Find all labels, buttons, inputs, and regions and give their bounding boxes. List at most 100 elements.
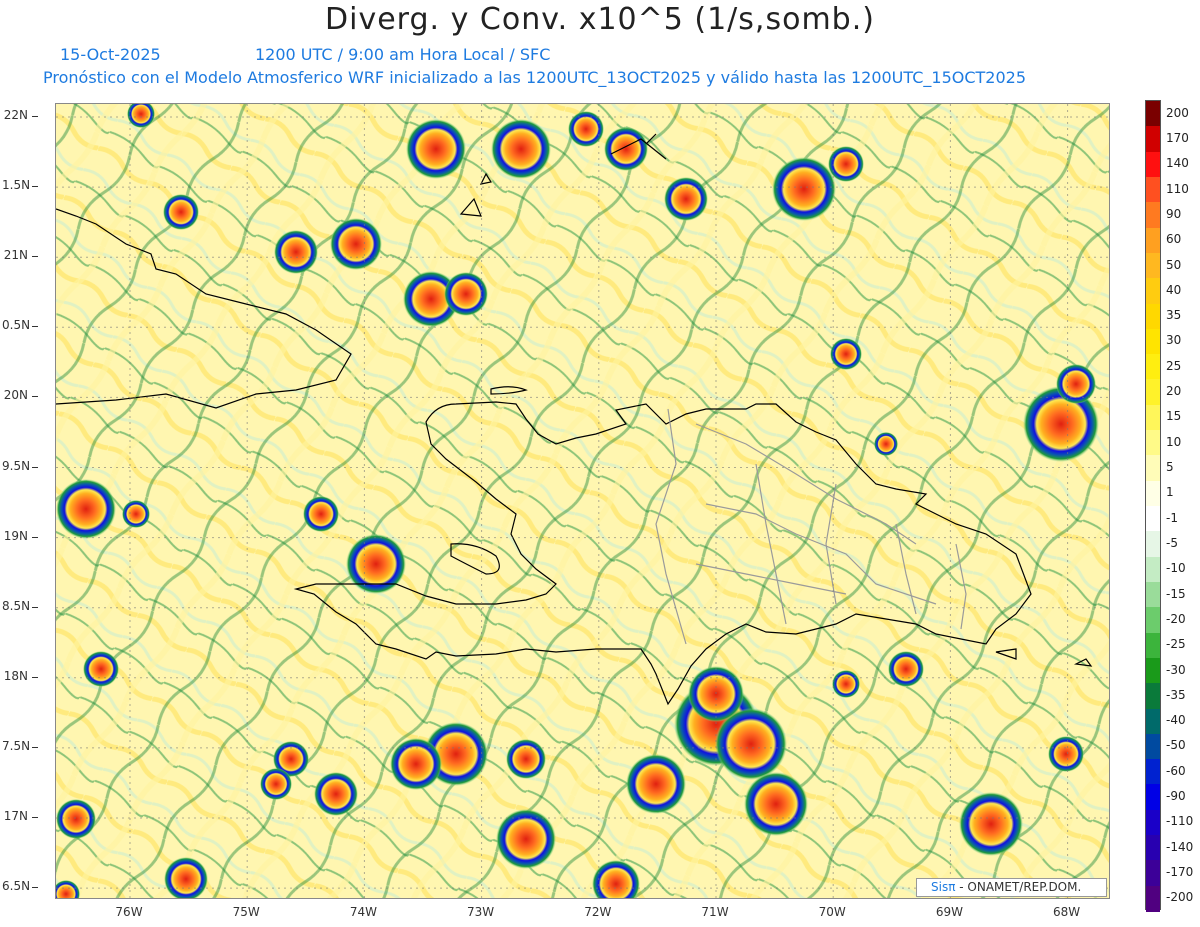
colorbar-swatch — [1146, 556, 1160, 583]
colorbar-swatch — [1146, 683, 1160, 709]
colorbar-label: -200 — [1166, 890, 1194, 905]
colorbar-swatch — [1146, 885, 1160, 912]
colorbar-swatch — [1146, 632, 1160, 659]
colorbar-swatch — [1146, 480, 1160, 507]
colorbar-swatch — [1146, 581, 1160, 608]
sispi-logo: Sisπ — [931, 880, 956, 894]
colorbar-label: 90 — [1166, 206, 1182, 221]
lat-label: 9.5N — [2, 458, 31, 473]
lat-tick — [32, 746, 38, 748]
colorbar-label: 15 — [1166, 409, 1182, 424]
lat-label: 7.5N — [2, 738, 31, 753]
convergence-cell — [260, 768, 292, 800]
colorbar-swatch — [1146, 759, 1160, 785]
convergence-cell — [274, 230, 318, 274]
convergence-cell — [888, 651, 924, 687]
convergence-cell — [303, 496, 339, 532]
lon-label: 71W — [701, 905, 729, 919]
lat-tick — [32, 256, 38, 258]
colorbar-swatch — [1146, 303, 1160, 330]
convergence-cell — [959, 792, 1023, 856]
colorbar-swatch — [1146, 176, 1160, 203]
colorbar-label: 30 — [1166, 333, 1182, 348]
colorbar-swatch — [1146, 835, 1160, 861]
colorbar-label: 60 — [1166, 232, 1182, 247]
lat-label: 6.5N — [2, 879, 31, 894]
convergence-cell — [164, 857, 208, 898]
convergence-cell — [874, 432, 898, 456]
colorbar-label: 35 — [1166, 308, 1182, 323]
colorbar-swatch — [1146, 657, 1160, 684]
colorbar-swatch — [1146, 101, 1160, 127]
colorbar-swatch — [1146, 278, 1160, 304]
lat-label: 20N — [3, 388, 28, 403]
lat-label: 18N — [3, 668, 28, 683]
convergence-cell — [390, 738, 442, 790]
lon-label: 68W — [1053, 905, 1081, 919]
colorbar-swatch — [1146, 328, 1160, 355]
colorbar-swatch — [1146, 379, 1160, 406]
lat-label: 1.5N — [2, 178, 31, 193]
colorbar-label: 170 — [1166, 130, 1189, 145]
colorbar-swatch — [1146, 202, 1160, 229]
colorbar-label: -60 — [1166, 763, 1186, 778]
lat-label: 8.5N — [2, 598, 31, 613]
convergence-cell — [604, 127, 648, 171]
colorbar-swatch — [1146, 531, 1160, 558]
convergence-cell — [832, 670, 860, 698]
convergence-cell — [772, 157, 836, 221]
lat-tick — [32, 396, 38, 398]
convergence-cell — [406, 119, 466, 179]
colorbar-label: -110 — [1166, 814, 1194, 829]
colorbar-swatch — [1146, 252, 1160, 279]
colorbar-label: 25 — [1166, 358, 1182, 373]
colorbar-label: -40 — [1166, 713, 1186, 728]
colorbar-label: -20 — [1166, 611, 1186, 626]
convergence-cell — [744, 772, 808, 836]
colorbar-label: -30 — [1166, 662, 1186, 677]
colorbar-label: 40 — [1166, 282, 1182, 297]
colorbar-label: -140 — [1166, 839, 1194, 854]
colorbar-swatch — [1146, 227, 1160, 254]
convergence-cell — [314, 772, 358, 816]
lat-label: 22N — [3, 108, 28, 122]
lon-label: 75W — [232, 905, 260, 919]
forecast-description: Pronóstico con el Modelo Atmosferico WRF… — [43, 68, 1027, 87]
lat-label: 19N — [3, 528, 28, 543]
convergence-cell — [122, 500, 150, 528]
convergence-cell — [626, 754, 686, 814]
divergence-field — [56, 104, 1109, 898]
colorbar-label: -5 — [1166, 535, 1178, 550]
lat-tick — [32, 676, 38, 678]
convergence-cell — [83, 651, 119, 687]
colorbar-label: 140 — [1166, 156, 1189, 171]
colorbar-swatch — [1146, 506, 1160, 532]
credit-org: - ONAMET/REP.DOM. — [955, 880, 1082, 894]
convergence-cell — [664, 177, 708, 221]
convergence-cell — [56, 479, 116, 539]
colorbar-label: -1 — [1166, 510, 1178, 525]
colorbar-swatch — [1146, 809, 1160, 836]
lat-tick — [32, 817, 38, 818]
convergence-cell — [491, 119, 551, 179]
colorbar-label: -15 — [1166, 586, 1186, 601]
forecast-date: 15-Oct-2025 — [60, 45, 161, 64]
convergence-cell — [1048, 736, 1084, 772]
colorbar — [1145, 100, 1161, 912]
colorbar-swatch — [1146, 430, 1160, 456]
lat-tick — [32, 536, 38, 538]
colorbar-label: -170 — [1166, 865, 1194, 880]
colorbar-label: 200 — [1166, 105, 1189, 120]
colorbar-label: 20 — [1166, 384, 1182, 399]
lon-label: 70W — [818, 905, 846, 919]
colorbar-swatch — [1146, 126, 1160, 153]
colorbar-swatch — [1146, 607, 1160, 634]
lat-tick — [32, 887, 38, 889]
lon-label: 69W — [935, 905, 963, 919]
lon-label: 73W — [467, 905, 495, 919]
lon-label: 74W — [349, 905, 377, 919]
colorbar-label: 50 — [1166, 257, 1182, 272]
lat-tick — [32, 186, 38, 188]
lat-label: 21N — [3, 248, 28, 263]
colorbar-swatch — [1146, 151, 1160, 178]
